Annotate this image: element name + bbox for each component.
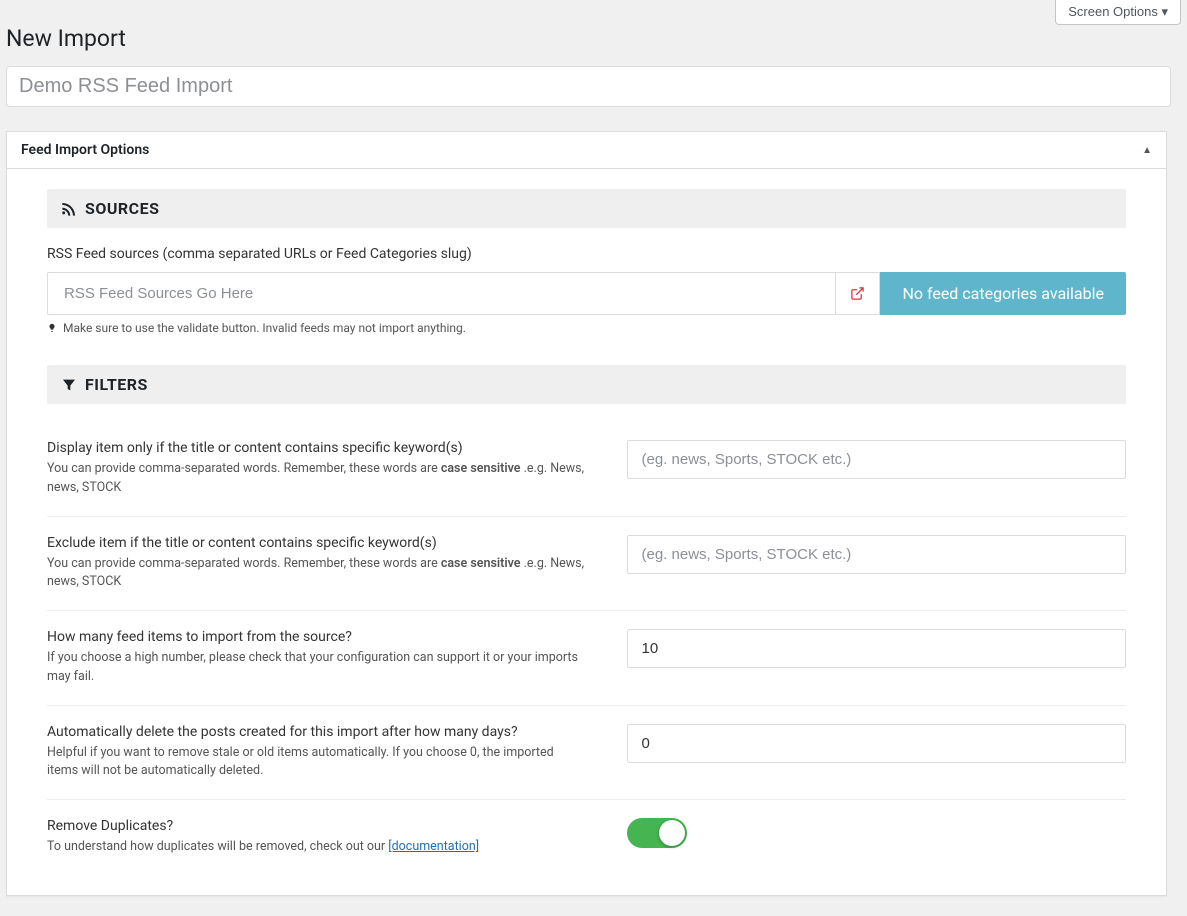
lightbulb-icon bbox=[47, 321, 57, 335]
filters-heading: FILTERS bbox=[85, 375, 148, 394]
filter-icon bbox=[61, 377, 77, 393]
delete-days-input[interactable] bbox=[627, 724, 1127, 763]
remove-duplicates-label: Remove Duplicates? bbox=[47, 818, 587, 834]
collapse-icon[interactable]: ▲ bbox=[1142, 145, 1152, 156]
no-categories-badge: No feed categories available bbox=[880, 272, 1126, 315]
sources-label: RSS Feed sources (comma separated URLs o… bbox=[47, 246, 1126, 262]
screen-options-button[interactable]: Screen Options ▾ bbox=[1055, 0, 1181, 25]
page-title: New Import bbox=[2, 25, 1167, 66]
item-count-desc: If you choose a high number, please chec… bbox=[47, 649, 587, 687]
documentation-link[interactable]: [documentation] bbox=[388, 839, 479, 854]
exclude-keywords-label: Exclude item if the title or content con… bbox=[47, 535, 587, 551]
include-keywords-input[interactable] bbox=[627, 440, 1127, 479]
import-title-input[interactable] bbox=[6, 66, 1171, 107]
feed-import-options-box: Feed Import Options ▲ SOURCES RSS Feed s… bbox=[6, 131, 1167, 896]
item-count-label: How many feed items to import from the s… bbox=[47, 629, 587, 645]
postbox-title: Feed Import Options bbox=[21, 142, 149, 158]
validate-feed-button[interactable] bbox=[836, 272, 880, 315]
include-keywords-desc: You can provide comma-separated words. R… bbox=[47, 460, 587, 498]
remove-duplicates-toggle[interactable] bbox=[627, 818, 687, 848]
delete-days-label: Automatically delete the posts created f… bbox=[47, 724, 587, 740]
delete-days-desc: Helpful if you want to remove stale or o… bbox=[47, 744, 587, 782]
rss-icon bbox=[61, 201, 77, 217]
exclude-keywords-desc: You can provide comma-separated words. R… bbox=[47, 555, 587, 593]
include-keywords-label: Display item only if the title or conten… bbox=[47, 440, 587, 456]
sources-heading: SOURCES bbox=[85, 199, 160, 218]
filters-section-header: FILTERS bbox=[47, 365, 1126, 404]
feed-sources-input[interactable] bbox=[47, 272, 836, 315]
item-count-input[interactable] bbox=[627, 629, 1127, 668]
exclude-keywords-input[interactable] bbox=[627, 535, 1127, 574]
external-link-icon bbox=[850, 286, 865, 301]
sources-section-header: SOURCES bbox=[47, 189, 1126, 228]
sources-hint: Make sure to use the validate button. In… bbox=[63, 321, 466, 335]
remove-duplicates-desc: To understand how duplicates will be rem… bbox=[47, 838, 587, 857]
